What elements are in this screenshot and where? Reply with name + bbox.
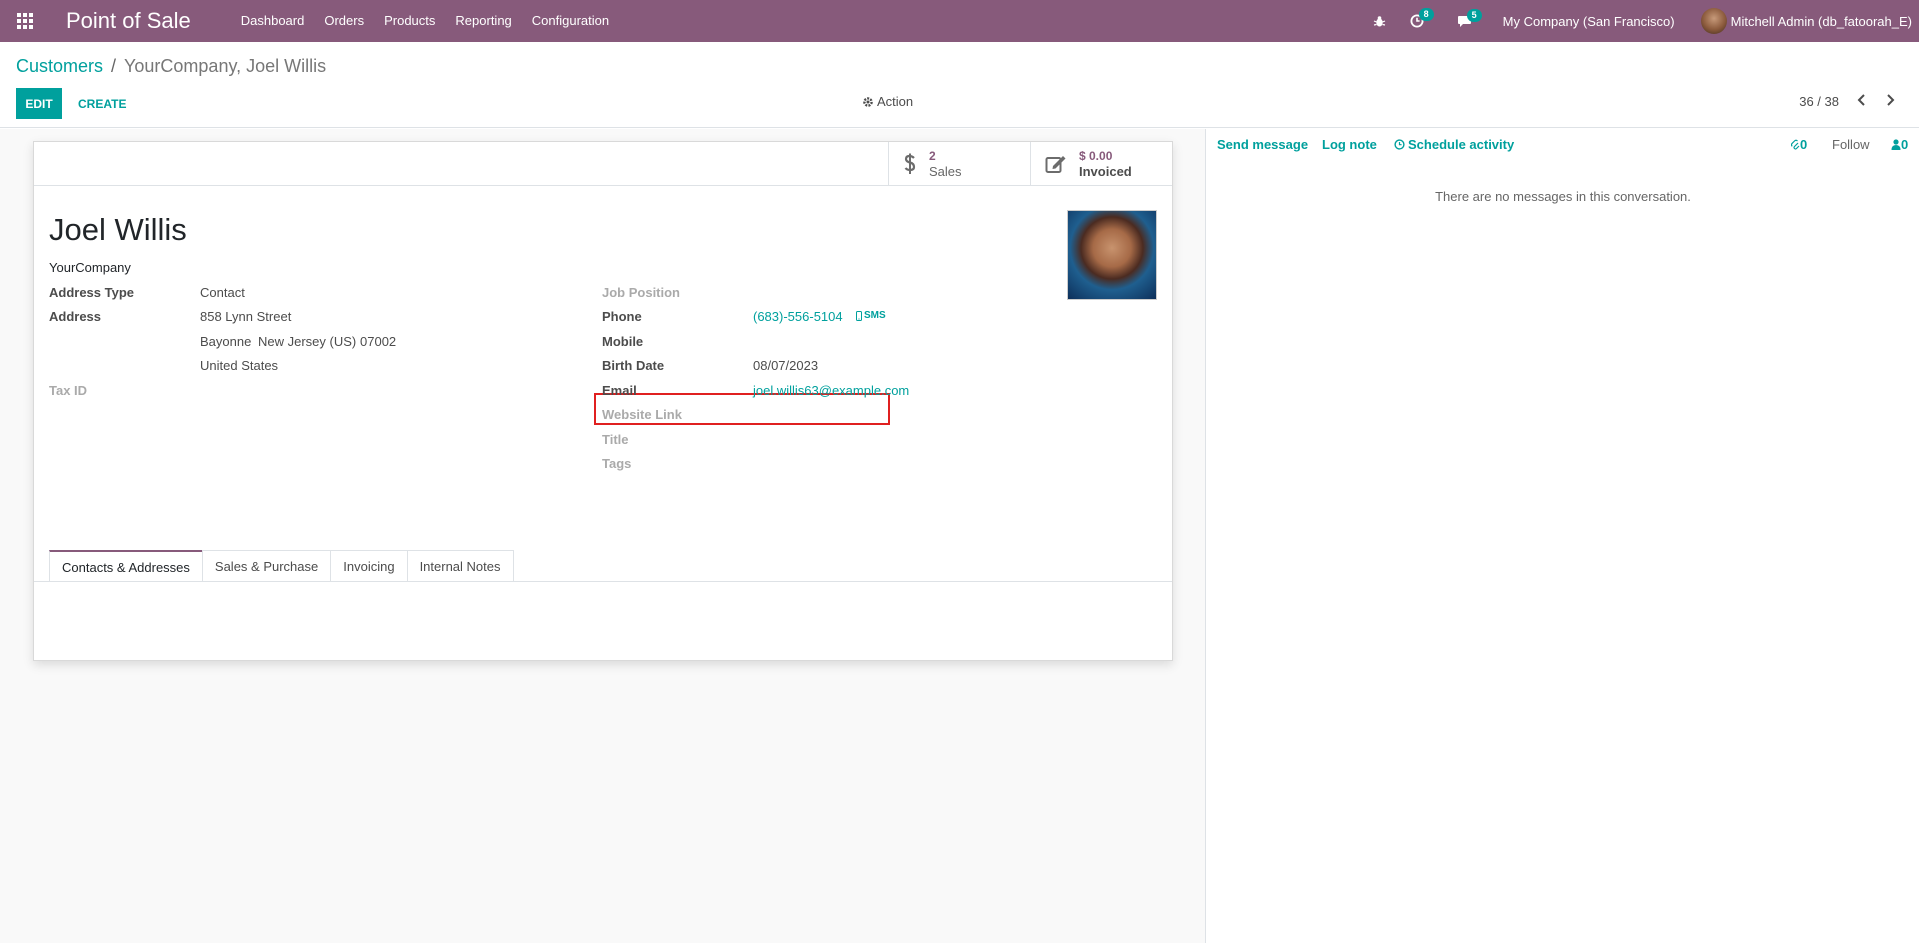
schedule-activity-label: Schedule activity xyxy=(1408,137,1515,152)
tab-invoicing[interactable]: Invoicing xyxy=(330,550,408,582)
schedule-activity-button[interactable]: Schedule activity xyxy=(1394,137,1514,152)
activity-clock-icon[interactable]: 8 xyxy=(1410,8,1434,28)
mobile-label: Mobile xyxy=(602,334,644,349)
breadcrumb-current: YourCompany, Joel Willis xyxy=(124,56,327,76)
message-count-badge: 5 xyxy=(1466,8,1482,22)
navbar-systray: 8 5 My Company (San Francisco) Mitchell … xyxy=(1361,0,1919,42)
breadcrumb: Customers / YourCompany, Joel Willis xyxy=(16,56,326,77)
paperclip-icon xyxy=(1791,139,1800,150)
create-button[interactable]: CREATE xyxy=(70,88,134,119)
clock-icon xyxy=(1394,139,1405,150)
follow-button[interactable]: Follow xyxy=(1832,137,1870,152)
sms-label: SMS xyxy=(864,310,886,321)
menu-dashboard[interactable]: Dashboard xyxy=(231,0,315,42)
breadcrumb-customers[interactable]: Customers xyxy=(16,56,103,77)
tab-contacts-addresses[interactable]: Contacts & Addresses xyxy=(49,550,203,582)
address-city: Bayonne xyxy=(200,334,252,349)
menu-configuration[interactable]: Configuration xyxy=(522,0,619,42)
menu-orders[interactable]: Orders xyxy=(314,0,374,42)
job-position-label: Job Position xyxy=(602,285,680,300)
email-label: Email xyxy=(602,383,637,398)
log-note-button[interactable]: Log note xyxy=(1322,137,1377,152)
empty-conversation-text: There are no messages in this conversati… xyxy=(1435,189,1691,204)
pencil-square-icon xyxy=(1045,156,1066,173)
edit-button[interactable]: EDIT xyxy=(16,88,62,119)
user-icon xyxy=(1891,139,1901,150)
followers-button[interactable]: 0 xyxy=(1891,137,1908,152)
birth-date-value: 08/07/2023 xyxy=(753,358,819,373)
tab-internal-notes[interactable]: Internal Notes xyxy=(406,550,514,582)
website-label: Website Link xyxy=(602,407,682,422)
menu-products[interactable]: Products xyxy=(374,0,445,42)
tax-id-label: Tax ID xyxy=(49,383,88,398)
sms-button[interactable]: SMS xyxy=(856,310,886,321)
apps-menu-icon[interactable] xyxy=(0,0,50,42)
address-type-label: Address Type xyxy=(49,285,135,300)
top-navbar: Point of Sale Dashboard Orders Products … xyxy=(0,0,1919,42)
send-message-button[interactable]: Send message xyxy=(1217,137,1308,152)
pager-next-icon[interactable] xyxy=(1885,94,1895,109)
address-label: Address xyxy=(49,309,102,324)
invoiced-label: Invoiced xyxy=(1079,164,1132,179)
action-label: Action xyxy=(877,94,914,109)
sales-smart-button[interactable]: 2 Sales xyxy=(888,142,1030,186)
invoiced-amount: $ 0.00 xyxy=(1079,149,1113,163)
company-switcher[interactable]: My Company (San Francisco) xyxy=(1503,14,1675,29)
chatter-panel: Send message Log note Schedule activity … xyxy=(1207,129,1919,943)
phone-link[interactable]: (683)-556-5104 xyxy=(753,309,843,324)
followers-count: 0 xyxy=(1901,137,1909,152)
email-link[interactable]: joel.willis63@example.com xyxy=(753,383,909,398)
menu-reporting[interactable]: Reporting xyxy=(445,0,521,42)
mobile-icon xyxy=(856,310,862,321)
birth-date-label: Birth Date xyxy=(602,358,665,373)
address-country: United States xyxy=(200,358,279,373)
breadcrumb-separator: / xyxy=(111,56,117,76)
attachments-button[interactable]: 0 xyxy=(1791,137,1807,152)
user-name: Mitchell Admin (db_fatoorah_E) xyxy=(1730,13,1912,29)
attachments-count: 0 xyxy=(1800,137,1808,152)
tab-sales-purchase[interactable]: Sales & Purchase xyxy=(201,550,332,582)
action-dropdown[interactable]: Action xyxy=(862,94,913,109)
activity-count-badge: 8 xyxy=(1418,8,1434,21)
phone-label: Phone xyxy=(602,309,642,324)
bug-icon[interactable] xyxy=(1373,15,1386,28)
partner-name: Joel Willis xyxy=(49,212,187,247)
pager-previous-icon[interactable] xyxy=(1857,94,1867,109)
user-avatar xyxy=(1700,8,1727,34)
app-brand[interactable]: Point of Sale xyxy=(66,8,191,34)
sales-label: Sales xyxy=(929,164,962,179)
tags-label: Tags xyxy=(602,456,632,471)
partner-company[interactable]: YourCompany xyxy=(49,260,131,275)
address-zip: 07002 xyxy=(360,334,397,349)
pager-value[interactable]: 36 / 38 xyxy=(1799,94,1839,109)
form-sheet: 2 Sales $ 0.00 Invoiced Joel Willis Your… xyxy=(33,141,1173,661)
partner-avatar xyxy=(1067,210,1157,300)
form-area: 2 Sales $ 0.00 Invoiced Joel Willis Your… xyxy=(0,129,1206,943)
smart-button-box: 2 Sales $ 0.00 Invoiced xyxy=(34,142,1172,186)
dollar-icon xyxy=(904,153,916,174)
tab-divider xyxy=(34,581,1172,582)
address-type-value: Contact xyxy=(200,285,245,300)
address-street: 858 Lynn Street xyxy=(200,309,292,324)
address-state: New Jersey (US) xyxy=(258,334,357,349)
invoiced-smart-button[interactable]: $ 0.00 Invoiced xyxy=(1030,142,1172,186)
sales-count: 2 xyxy=(929,149,936,163)
notebook-tabs: Contacts & Addresses Sales & Purchase In… xyxy=(49,550,514,582)
messages-icon[interactable]: 5 xyxy=(1457,8,1482,28)
main-menu: Dashboard Orders Products Reporting Conf… xyxy=(231,0,619,42)
user-menu[interactable]: Mitchell Admin (db_fatoorah_E) xyxy=(1700,8,1912,34)
gear-icon xyxy=(863,96,873,107)
title-label: Title xyxy=(602,432,629,447)
control-panel: Customers / YourCompany, Joel Willis EDI… xyxy=(0,42,1919,128)
